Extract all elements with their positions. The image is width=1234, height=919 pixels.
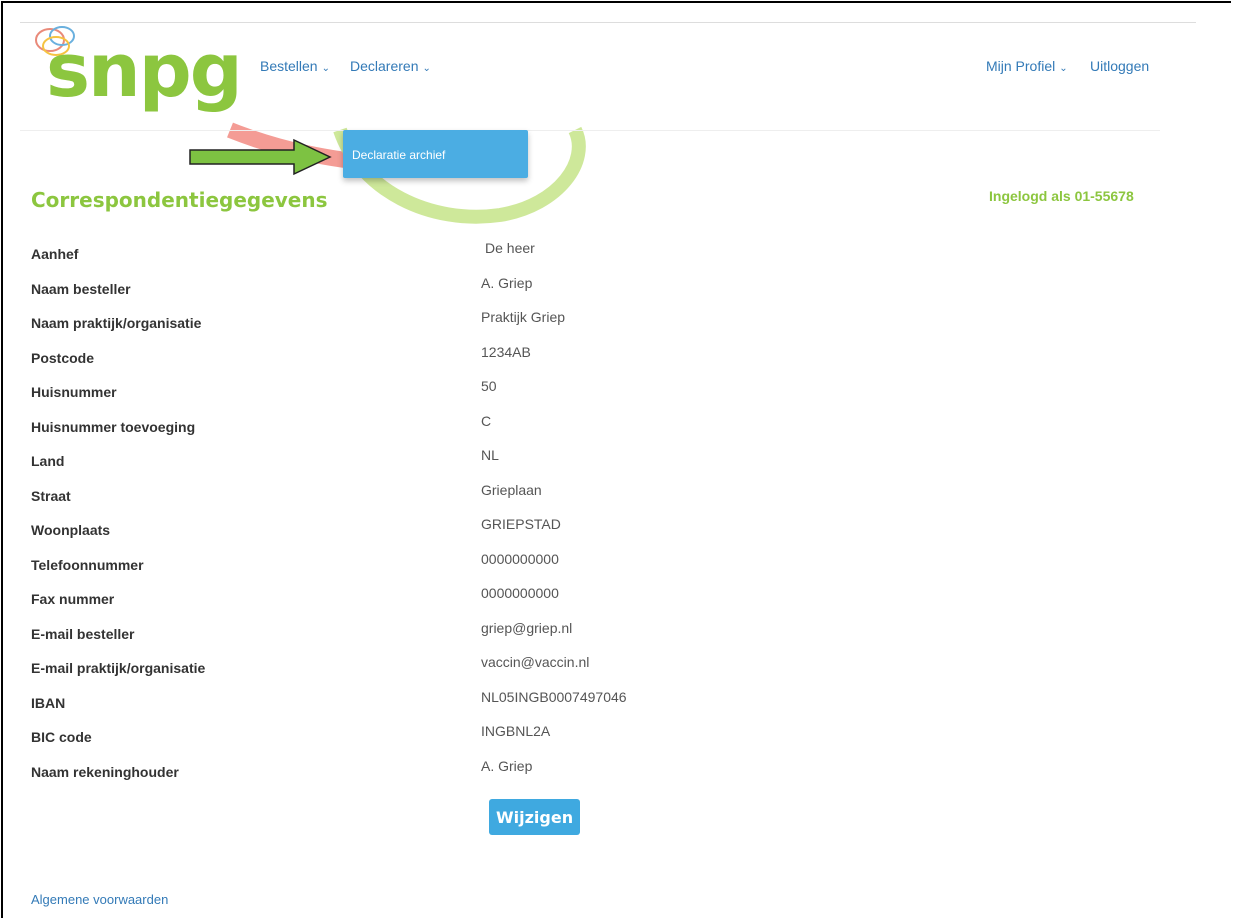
logo-text: snpg [46,28,243,114]
field-value: A. Griep [481,275,533,291]
terms-link[interactable]: Algemene voorwaarden [31,892,168,907]
field-label: Straat [31,488,71,504]
field-label: Huisnummer [31,384,117,400]
header-divider [20,130,1160,131]
chevron-down-icon: ⌄ [1059,63,1068,74]
nav-profiel-label: Mijn Profiel [986,58,1056,74]
field-label: E-mail praktijk/organisatie [31,660,206,676]
nav-uitloggen[interactable]: Uitloggen [1090,58,1149,74]
field-label: Naam praktijk/organisatie [31,315,202,331]
field-label: Telefoonnummer [31,557,144,573]
field-label: E-mail besteller [31,626,135,642]
logged-in-status: Ingelogd als 01-55678 [989,188,1134,204]
window-frame [1,1,1231,918]
field-label: Aanhef [31,246,79,262]
field-label: Postcode [31,350,95,366]
field-value: De heer [485,240,535,256]
field-value: 1234AB [481,344,531,360]
nav-declareren[interactable]: Declareren ⌄ [350,58,431,74]
field-value: vaccin@vaccin.nl [481,654,590,670]
chevron-down-icon: ⌄ [422,63,431,74]
field-value: NL05INGB0007497046 [481,689,627,705]
field-label: Woonplaats [31,522,111,538]
field-value: Grieplaan [481,482,542,498]
nav-bestellen-label: Bestellen [260,58,318,74]
nav-declareren-label: Declareren [350,58,419,74]
field-label: Naam besteller [31,281,131,297]
field-value: INGBNL2A [481,723,551,739]
field-label: BIC code [31,729,92,745]
field-value: griep@griep.nl [481,620,573,636]
field-value: 0000000000 [481,551,559,567]
right-arrow-icon [189,138,332,176]
nav-mijn-profiel[interactable]: Mijn Profiel ⌄ [986,58,1068,74]
menu-item-declaratie-archief[interactable]: Declaratie archief [352,148,445,162]
field-value: Praktijk Griep [481,309,566,325]
field-value: A. Griep [481,758,533,774]
field-label: Huisnummer toevoeging [31,419,196,435]
field-value: 50 [481,378,497,394]
field-label: IBAN [31,695,66,711]
chevron-down-icon: ⌄ [321,63,330,74]
field-value: C [481,413,492,429]
field-value: NL [481,447,499,463]
field-label: Land [31,453,65,469]
field-value: GRIEPSTAD [481,516,561,532]
field-value: 0000000000 [481,585,559,601]
declareren-dropdown-menu: Declaratie archief [343,130,528,178]
wijzigen-button[interactable]: Wijzigen [489,799,581,835]
field-label: Naam rekeninghouder [31,764,179,780]
field-label: Fax nummer [31,591,115,607]
page-title: Correspondentiegegevens [31,188,328,212]
nav-bestellen[interactable]: Bestellen ⌄ [260,58,330,74]
